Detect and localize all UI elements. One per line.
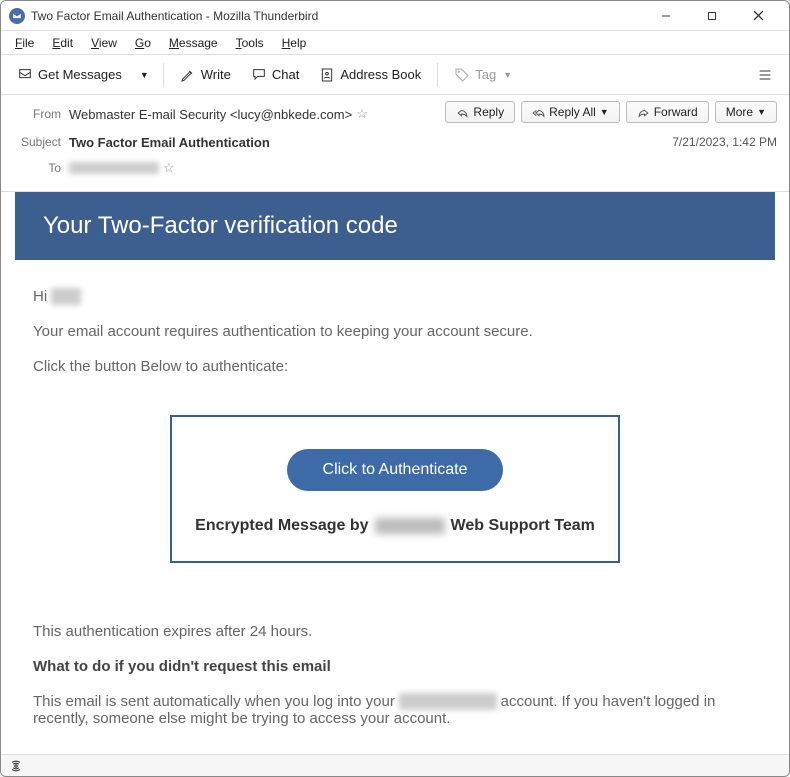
message-body-scroll[interactable]: Your Two-Factor verification code Hi xxx…	[1, 192, 789, 754]
address-book-label: Address Book	[340, 67, 421, 82]
window-title: Two Factor Email Authentication - Mozill…	[31, 9, 318, 23]
address-book-icon	[319, 67, 335, 83]
expire-text: This authentication expires after 24 hou…	[33, 623, 757, 640]
tag-icon	[454, 67, 470, 83]
auth-line-prefix: Encrypted Message by	[195, 517, 368, 535]
app-icon	[9, 8, 25, 24]
write-button[interactable]: Write	[172, 62, 239, 88]
email-banner: Your Two-Factor verification code	[15, 192, 775, 260]
from-value: Webmaster E-mail Security <lucy@nbkede.c…	[69, 107, 352, 122]
noreq-heading: What to do if you didn't request this em…	[33, 658, 757, 675]
separator	[163, 63, 164, 87]
hamburger-icon	[757, 67, 773, 83]
more-button[interactable]: More▼	[715, 101, 777, 123]
to-label: To	[13, 161, 61, 175]
statusbar	[1, 754, 789, 776]
auth-box-text: Encrypted Message by Web Support Team	[192, 517, 598, 535]
greeting: Hi xxxx	[33, 288, 757, 305]
body-line-1: Your email account requires authenticati…	[33, 323, 757, 340]
separator	[437, 63, 438, 87]
inbox-icon	[17, 67, 33, 83]
message-headers: From Webmaster E-mail Security <lucy@nbk…	[1, 95, 789, 192]
minimize-button[interactable]	[643, 1, 689, 31]
auth-line-suffix: Web Support Team	[451, 517, 595, 535]
star-contact-icon[interactable]: ☆	[356, 106, 368, 122]
menu-tools[interactable]: Tools	[228, 34, 272, 52]
star-recipient-icon[interactable]: ☆	[163, 160, 175, 176]
message-date: 7/21/2023, 1:42 PM	[672, 135, 777, 149]
chat-label: Chat	[272, 67, 299, 82]
menu-help[interactable]: Help	[274, 34, 315, 52]
close-button[interactable]	[735, 1, 781, 31]
menu-view[interactable]: View	[83, 34, 125, 52]
auth-line-redacted	[375, 518, 445, 534]
get-messages-button[interactable]: Get Messages	[9, 62, 130, 88]
titlebar: Two Factor Email Authentication - Mozill…	[1, 1, 789, 31]
address-book-button[interactable]: Address Book	[311, 62, 429, 88]
tag-button[interactable]: Tag ▼	[446, 62, 520, 88]
hamburger-button[interactable]	[749, 62, 781, 88]
body-line-2: Click the button Below to authenticate:	[33, 358, 757, 375]
message-body: Your Two-Factor verification code Hi xxx…	[1, 192, 789, 754]
menu-go[interactable]: Go	[127, 34, 159, 52]
menubar: File Edit View Go Message Tools Help	[1, 31, 789, 55]
toolbar: Get Messages ▼ Write Chat Address Book T…	[1, 55, 789, 95]
forward-button[interactable]: Forward	[626, 101, 709, 123]
menu-message[interactable]: Message	[161, 34, 226, 52]
from-label: From	[13, 107, 61, 121]
tag-label: Tag	[475, 67, 496, 82]
get-messages-label: Get Messages	[38, 67, 122, 82]
chat-icon	[251, 67, 267, 83]
menu-edit[interactable]: Edit	[44, 34, 81, 52]
reply-all-button[interactable]: Reply All▼	[521, 101, 620, 123]
get-messages-dropdown[interactable]: ▼	[134, 65, 155, 85]
reply-label: Reply	[473, 105, 504, 119]
reply-all-icon	[532, 106, 545, 119]
auth-box: Click to Authenticate Encrypted Message …	[170, 415, 620, 563]
forward-label: Forward	[654, 105, 698, 119]
more-label: More	[726, 105, 753, 119]
online-status-icon[interactable]	[9, 759, 23, 773]
noreq-body: This email is sent automatically when yo…	[33, 693, 757, 727]
to-value	[69, 162, 159, 174]
maximize-button[interactable]	[689, 1, 735, 31]
subject-value: Two Factor Email Authentication	[69, 135, 270, 150]
reply-button[interactable]: Reply	[445, 101, 515, 123]
forward-icon	[637, 106, 650, 119]
menu-file[interactable]: File	[7, 34, 42, 52]
subject-label: Subject	[13, 135, 61, 149]
authenticate-button[interactable]: Click to Authenticate	[287, 449, 504, 491]
pencil-icon	[180, 67, 196, 83]
reply-all-label: Reply All	[549, 105, 596, 119]
write-label: Write	[201, 67, 231, 82]
reply-icon	[456, 106, 469, 119]
chat-button[interactable]: Chat	[243, 62, 307, 88]
